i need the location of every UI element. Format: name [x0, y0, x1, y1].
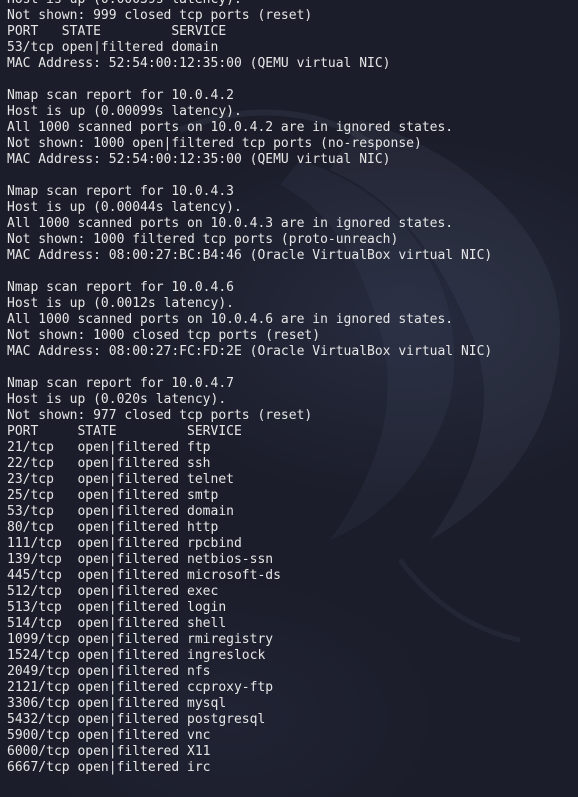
terminal-line: 53/tcp open|filtered domain: [7, 504, 234, 519]
terminal-line: Host is up (0.00099s latency).: [7, 104, 242, 119]
terminal-line: PORT STATE SERVICE: [7, 24, 227, 39]
terminal-line: 23/tcp open|filtered telnet: [7, 472, 234, 487]
terminal-line: 22/tcp open|filtered ssh: [7, 456, 211, 471]
terminal-line: 514/tcp open|filtered shell: [7, 616, 227, 631]
terminal-line: MAC Address: 08:00:27:BC:B4:46 (Oracle V…: [7, 248, 493, 263]
terminal-line: Nmap scan report for 10.0.4.2: [7, 88, 234, 103]
terminal-line: 111/tcp open|filtered rpcbind: [7, 536, 242, 551]
terminal-line: 21/tcp open|filtered ftp: [7, 440, 211, 455]
terminal-line: 80/tcp open|filtered http: [7, 520, 219, 535]
terminal-line: Not shown: 977 closed tcp ports (reset): [7, 408, 313, 423]
terminal-line: 139/tcp open|filtered netbios-ssn: [7, 552, 274, 567]
terminal-line: 445/tcp open|filtered microsoft-ds: [7, 568, 281, 583]
terminal-line: 2049/tcp open|filtered nfs: [7, 664, 211, 679]
terminal-line: Nmap scan report for 10.0.4.7: [7, 376, 234, 391]
terminal-line: Host is up (0.00039s latency).: [7, 0, 578, 8]
terminal-line: Not shown: 999 closed tcp ports (reset): [7, 8, 313, 23]
terminal-line: 5900/tcp open|filtered vnc: [7, 728, 211, 743]
terminal-line: Nmap scan report for 10.0.4.6: [7, 280, 234, 295]
terminal-output[interactable]: Host is up (0.00039s latency).Not shown:…: [7, 0, 578, 776]
terminal-line: Host is up (0.0012s latency).: [7, 296, 234, 311]
terminal-line: Not shown: 1000 filtered tcp ports (prot…: [7, 232, 399, 247]
terminal-line: 6000/tcp open|filtered X11: [7, 744, 211, 759]
terminal-line: 1524/tcp open|filtered ingreslock: [7, 648, 266, 663]
terminal-line: MAC Address: 08:00:27:FC:FD:2E (Oracle V…: [7, 344, 493, 359]
terminal-line: 6667/tcp open|filtered irc: [7, 760, 211, 775]
terminal-line: 53/tcp open|filtered domain: [7, 40, 219, 55]
terminal-line: Host is up (0.020s latency).: [7, 392, 227, 407]
terminal-line: All 1000 scanned ports on 10.0.4.2 are i…: [7, 120, 454, 135]
terminal-line: MAC Address: 52:54:00:12:35:00 (QEMU vir…: [7, 56, 391, 71]
terminal-line: 5432/tcp open|filtered postgresql: [7, 712, 266, 727]
terminal-line: 513/tcp open|filtered login: [7, 600, 227, 615]
terminal-line: MAC Address: 52:54:00:12:35:00 (QEMU vir…: [7, 152, 391, 167]
terminal-line: 25/tcp open|filtered smtp: [7, 488, 219, 503]
terminal-line: All 1000 scanned ports on 10.0.4.3 are i…: [7, 216, 454, 231]
terminal-line: 2121/tcp open|filtered ccproxy-ftp: [7, 680, 274, 695]
terminal-line: Nmap scan report for 10.0.4.3: [7, 184, 234, 199]
terminal-line: Host is up (0.00044s latency).: [7, 200, 242, 215]
terminal-line: Not shown: 1000 closed tcp ports (reset): [7, 328, 321, 343]
terminal-line: 1099/tcp open|filtered rmiregistry: [7, 632, 274, 647]
terminal-line: 512/tcp open|filtered exec: [7, 584, 219, 599]
terminal-line: All 1000 scanned ports on 10.0.4.6 are i…: [7, 312, 454, 327]
terminal-line: 3306/tcp open|filtered mysql: [7, 696, 227, 711]
terminal-line: PORT STATE SERVICE: [7, 424, 242, 439]
terminal-line: Not shown: 1000 open|filtered tcp ports …: [7, 136, 422, 151]
